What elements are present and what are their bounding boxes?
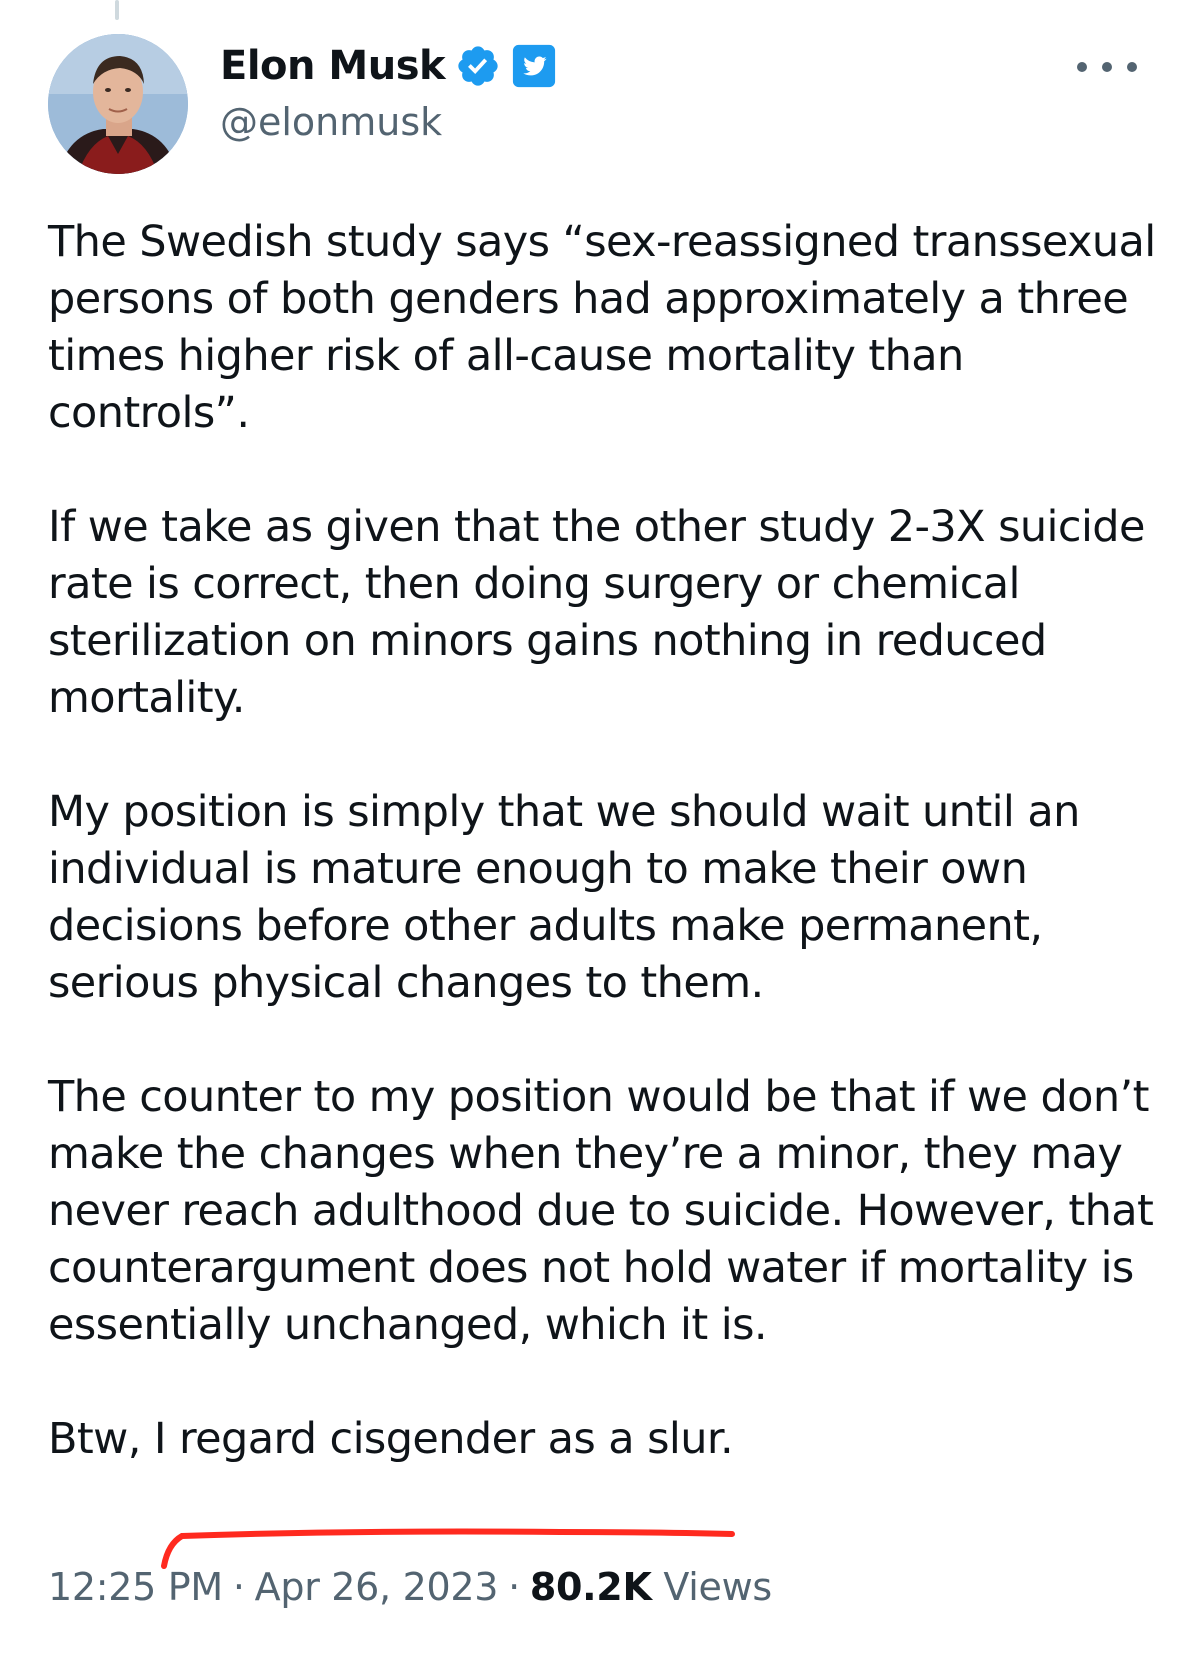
- author-handle[interactable]: @elonmusk: [220, 100, 557, 144]
- red-underline-annotation: [161, 1528, 735, 1569]
- twitter-bird-icon[interactable]: [511, 43, 557, 89]
- separator-dot: ·: [232, 1565, 245, 1609]
- verified-badge-icon[interactable]: [455, 43, 501, 89]
- tweet-paragraph: Btw, I regard cisgender as a slur.: [48, 1414, 734, 1464]
- tweet-paragraph: If we take as given that the other study…: [48, 502, 1145, 723]
- views-label[interactable]: Views: [663, 1565, 772, 1609]
- more-dot-icon: [1102, 62, 1112, 72]
- views-count[interactable]: 80.2K: [530, 1565, 652, 1609]
- tweet-header: Elon Musk @elonmusk: [220, 38, 557, 144]
- tweet-time[interactable]: 12:25 PM: [48, 1565, 223, 1609]
- tweet-text: The Swedish study says “sex-reassigned t…: [48, 214, 1158, 1468]
- more-dot-icon: [1077, 62, 1087, 72]
- author-name-row: Elon Musk: [220, 38, 557, 94]
- tweet-date[interactable]: Apr 26, 2023: [255, 1565, 499, 1609]
- more-options-button[interactable]: [1077, 52, 1137, 82]
- separator-dot: ·: [508, 1565, 520, 1609]
- tweet-paragraph: The counter to my position would be that…: [48, 1072, 1154, 1350]
- tweet-metadata: 12:25 PM · Apr 26, 2023 · 80.2K Views: [48, 1565, 772, 1609]
- more-dot-icon: [1127, 62, 1137, 72]
- thread-connector-line: [115, 0, 119, 20]
- avatar[interactable]: [48, 34, 188, 174]
- avatar-image: [48, 34, 188, 174]
- author-display-name[interactable]: Elon Musk: [220, 43, 446, 89]
- tweet-paragraph: My position is simply that we should wai…: [48, 787, 1080, 1008]
- tweet-paragraph: The Swedish study says “sex-reassigned t…: [48, 217, 1156, 438]
